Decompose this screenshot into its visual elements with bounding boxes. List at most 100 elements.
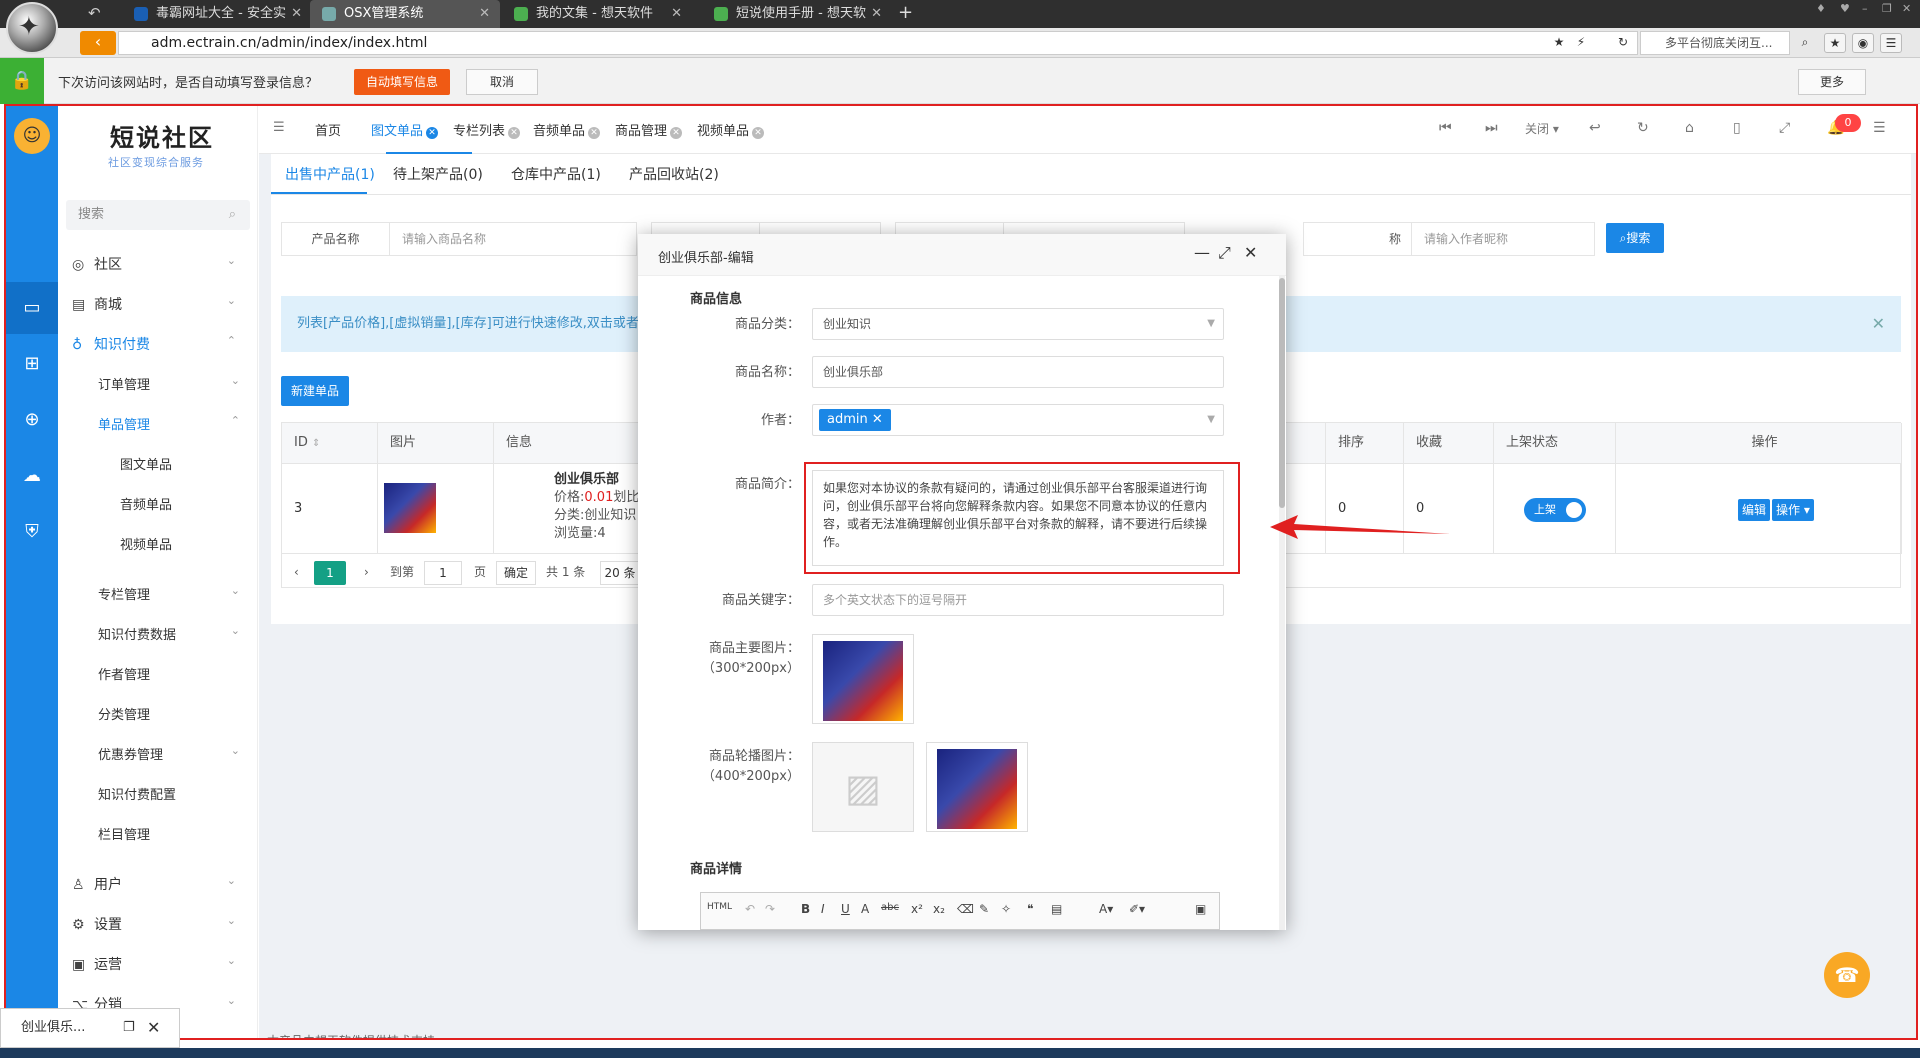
bold-icon[interactable]: B (801, 902, 810, 916)
close-icon[interactable]: ✕ (872, 412, 883, 427)
strike-icon[interactable]: abc (881, 902, 899, 913)
sidebar-item-config[interactable]: 知识付费配置 (98, 784, 176, 803)
browser-tab-4[interactable]: 短说使用手册 - 想天软 ✕ (702, 0, 892, 28)
edit-button[interactable]: 编辑 (1738, 499, 1771, 521)
column-header[interactable]: ID ⇕ (282, 423, 378, 463)
pin-icon[interactable]: ♦ (1816, 2, 1826, 15)
font-color-icon[interactable]: A▾ (1099, 902, 1113, 916)
preview-icon[interactable]: ▣ (1195, 902, 1206, 916)
prev-page-icon[interactable]: ‹ (294, 561, 299, 583)
new-tab-button[interactable]: + (898, 2, 913, 23)
sidebar-search-input[interactable]: 搜索 ⌕ (66, 200, 250, 230)
browser-tab-3[interactable]: 我的文集 - 想天软件 ✕ (502, 0, 692, 28)
subscript-icon[interactable]: x₂ (933, 902, 945, 916)
customer-service-icon[interactable]: ☎ (1824, 952, 1870, 998)
menu-icon[interactable]: ☰ (1880, 33, 1902, 53)
back-icon[interactable]: ↶ (88, 4, 101, 22)
format-brush-icon[interactable]: ✎ (979, 902, 989, 916)
maximize-icon[interactable]: ⤢ (1218, 243, 1231, 263)
sidebar-item-coupons[interactable]: 优惠券管理 (98, 744, 163, 763)
highlight-icon[interactable]: ✐▾ (1129, 902, 1145, 916)
close-icon[interactable]: ✕ (1872, 296, 1885, 352)
star-icon[interactable]: ★ (1548, 33, 1570, 53)
superscript-icon[interactable]: x² (911, 902, 923, 916)
product-name-filter[interactable]: 产品名称 请输入商品名称 (281, 222, 637, 256)
keywords-input[interactable]: 多个英文状态下的逗号隔开 (812, 584, 1224, 616)
sidebar-item-knowledge[interactable]: ♁ 知识付费 ⌃ (72, 334, 242, 354)
sidebar-item-authors[interactable]: 作者管理 (98, 664, 150, 683)
close-icon[interactable]: ✕ (752, 127, 765, 139)
author-select[interactable]: admin ✕ ▼ (812, 404, 1224, 436)
tab-close-icon[interactable]: ✕ (871, 0, 882, 28)
cloud-icon[interactable]: ☁ (6, 450, 58, 502)
sidebar-item-column[interactable]: 专栏管理 (98, 584, 150, 603)
carousel-image-thumbnail[interactable] (926, 742, 1028, 832)
forward-icon[interactable]: ⏭ (1485, 120, 1498, 136)
auto-format-icon[interactable]: ✧ (1001, 902, 1011, 916)
close-icon[interactable]: ✕ (1244, 243, 1257, 262)
eraser-icon[interactable]: ⌫ (957, 902, 974, 916)
tab-video-products[interactable]: 视频单品 ✕ (697, 120, 765, 139)
tab-product-management[interactable]: 商品管理 ✕ (615, 120, 683, 139)
sidebar-item-article[interactable]: 图文单品 (120, 454, 172, 473)
underline-icon[interactable]: U (841, 902, 850, 916)
sidebar-item-data[interactable]: 知识付费数据 (98, 624, 176, 643)
tab-article-products[interactable]: 图文单品 ✕ (371, 120, 439, 139)
game-icon[interactable]: ◉ (1852, 33, 1874, 53)
monitor-icon[interactable]: ▭ (6, 282, 58, 334)
browser-tab-1[interactable]: 毒霸网址大全 - 安全实 ✕ (122, 0, 312, 28)
sidebar-item-settings[interactable]: ⚙ 设置 ⌄ (72, 914, 242, 934)
close-icon[interactable]: ✕ (588, 127, 601, 139)
tab-audio-products[interactable]: 音频单品 ✕ (533, 120, 601, 139)
dialog-scrollbar-thumb[interactable] (1279, 278, 1285, 508)
per-page-select[interactable]: 20 条 (600, 561, 640, 585)
name-input[interactable]: 创业俱乐部 (812, 356, 1224, 388)
shield-icon[interactable]: ⛨ (6, 506, 58, 558)
minimize-icon[interactable]: – (1862, 2, 1868, 15)
browser-tab-2[interactable]: OSX管理系统 ✕ (310, 0, 500, 28)
refresh-icon[interactable]: ↻ (1612, 33, 1634, 53)
italic-icon[interactable]: I (821, 902, 825, 916)
sidebar-item-single-products[interactable]: 单品管理 (98, 414, 150, 433)
subtab-on-sale[interactable]: 出售中产品(1) (285, 164, 375, 184)
sort-icon[interactable]: ⇕ (312, 438, 320, 449)
minimized-dialog[interactable]: 创业俱乐... ❐ ✕ (0, 1008, 180, 1048)
sidebar-item-orders[interactable]: 订单管理 (98, 374, 150, 393)
back-button[interactable]: ‹ (80, 31, 116, 55)
avatar[interactable]: ☺ (14, 118, 50, 154)
url-input[interactable]: adm.ectrain.cn/admin/index/index.html (118, 31, 1638, 55)
search-icon[interactable]: ⌕ (1794, 33, 1816, 53)
mobile-icon[interactable]: ▯ (1733, 120, 1741, 136)
category-select[interactable]: 创业知识 ▼ (812, 308, 1224, 340)
home-icon[interactable]: ⌂ (1685, 120, 1694, 136)
subtab-warehouse[interactable]: 仓库中产品(1) (511, 164, 601, 184)
sidebar-item-mall[interactable]: ▤ 商城 ⌄ (72, 294, 242, 314)
tab-close-icon[interactable]: ✕ (479, 0, 490, 28)
close-icon[interactable]: ✕ (147, 1009, 160, 1047)
sidebar-item-sections[interactable]: 栏目管理 (98, 824, 150, 843)
lightning-icon[interactable]: ⚡ (1570, 33, 1592, 53)
image-upload-icon[interactable]: ▨ (812, 742, 914, 832)
subtab-pending[interactable]: 待上架产品(0) (393, 164, 483, 184)
main-image-thumbnail[interactable] (812, 634, 914, 724)
confirm-page-button[interactable]: 确定 (496, 561, 536, 585)
sidebar-item-video[interactable]: 视频单品 (120, 534, 172, 553)
close-icon[interactable]: ✕ (426, 127, 439, 139)
browser-logo[interactable]: ✦ (6, 2, 58, 54)
maximize-icon[interactable]: ❐ (1882, 2, 1892, 15)
favorites-icon[interactable]: ★ (1824, 33, 1846, 53)
fullscreen-icon[interactable]: ⤢ (1779, 120, 1790, 136)
current-page[interactable]: 1 (314, 561, 346, 585)
globe-icon[interactable]: ⊕ (6, 394, 58, 446)
sidebar-item-audio[interactable]: 音频单品 (120, 494, 172, 513)
minimize-icon[interactable]: — (1194, 243, 1210, 262)
collapse-menu-icon[interactable]: ☰ (273, 120, 285, 135)
cancel-button[interactable]: 取消 (466, 69, 538, 95)
autofill-button[interactable]: 自动填写信息 (354, 69, 450, 95)
sidebar-item-users[interactable]: ♙ 用户 ⌄ (72, 874, 242, 894)
next-page-icon[interactable]: › (364, 561, 369, 583)
page-input[interactable]: 1 (424, 561, 462, 585)
sidebar-item-community[interactable]: ◎ 社区 ⌄ (72, 254, 242, 274)
tab-column-list[interactable]: 专栏列表 ✕ (453, 120, 521, 139)
new-product-button[interactable]: 新建单品 (281, 376, 349, 406)
